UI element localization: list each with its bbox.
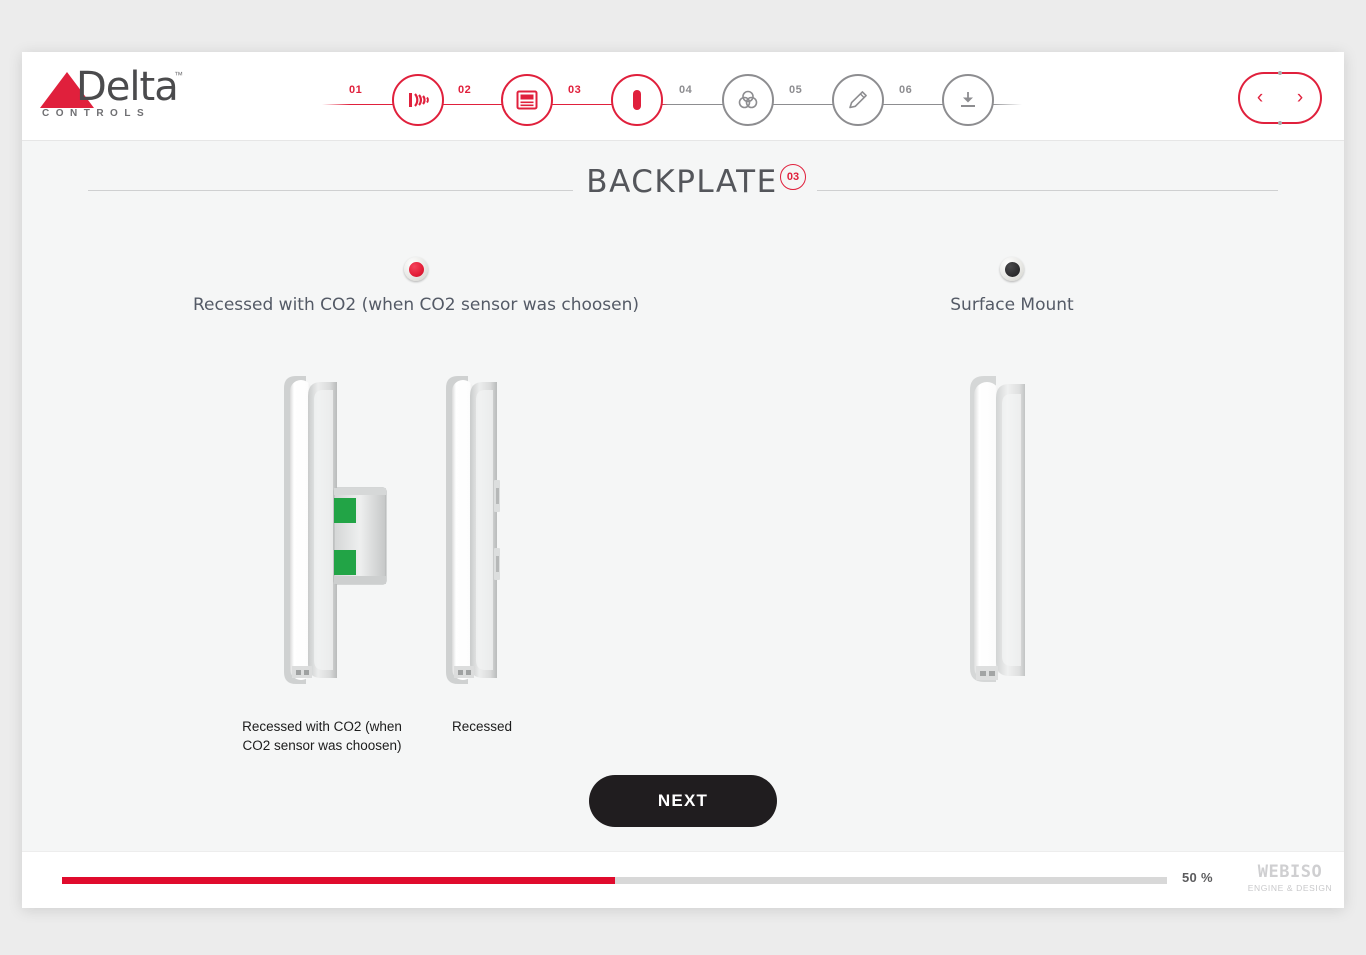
progress-percent-label: 50 % (1182, 870, 1213, 885)
option-recessed-with-co2[interactable]: Recessed with CO2 (when CO2 sensor was c… (86, 257, 746, 315)
radio-inner-selected (408, 261, 424, 277)
prev-next-control: ‹ › (1238, 71, 1322, 125)
brand-tagline: CONTROLS (42, 108, 151, 119)
step-number-02: 02 (453, 84, 477, 96)
trademark-symbol: ™ (174, 70, 183, 80)
page-step-badge: 03 (780, 164, 806, 190)
figure-surface-mount (970, 376, 1025, 682)
app-footer: 50 % WEBISO ENGINE & DESIGN (22, 851, 1344, 908)
option-label-recessed-with-co2: Recessed with CO2 (when CO2 sensor was c… (192, 295, 639, 315)
progress-bar-fill (62, 877, 615, 884)
step-number-03: 03 (563, 84, 587, 96)
radio-recessed-with-co2[interactable] (404, 257, 428, 281)
title-rule-right (817, 190, 1278, 191)
figure-recessed-with-co2 (284, 376, 387, 684)
next-arrow-button[interactable]: › (1280, 72, 1322, 124)
radio-inner-unselected (1004, 261, 1020, 277)
step-number-04: 04 (674, 84, 698, 96)
backplate-icon (628, 87, 646, 113)
webiso-watermark: WEBISO ENGINE & DESIGN (1244, 862, 1336, 893)
step-item-04[interactable] (722, 74, 774, 126)
figure-recessed (446, 376, 500, 684)
webiso-tagline: ENGINE & DESIGN (1247, 883, 1333, 893)
page-title-row: BACKPLATE 03 (22, 156, 1344, 216)
delta-controls-logo: Delta ™ CONTROLS (40, 64, 190, 128)
step-number-05: 05 (784, 84, 808, 96)
navpill-gap-dot-bottom (1278, 121, 1282, 125)
step-item-06[interactable] (942, 74, 994, 126)
option-surface-mount[interactable]: Surface Mount (812, 257, 1212, 315)
brand-name: Delta (76, 64, 179, 110)
step-item-02[interactable] (501, 74, 553, 126)
page-title: BACKPLATE (586, 164, 778, 200)
figure-caption-recessed: Recessed (451, 719, 513, 734)
color-venn-icon (736, 88, 760, 112)
radio-surface-mount[interactable] (1000, 257, 1024, 281)
display-keypad-icon (515, 88, 539, 112)
option-label-surface-mount: Surface Mount (950, 295, 1074, 315)
step-number-06: 06 (894, 84, 918, 96)
configurator-card: Delta ™ CONTROLS 01 02 03 04 05 06 ‹ › B… (22, 52, 1344, 908)
title-rule-left (88, 190, 573, 191)
app-header: Delta ™ CONTROLS 01 02 03 04 05 06 ‹ › (22, 52, 1344, 141)
next-button[interactable]: NEXT (589, 775, 777, 827)
prev-button[interactable]: ‹ (1238, 72, 1280, 124)
step-navigation: 01 02 03 04 05 06 (322, 74, 1022, 136)
step-item-03[interactable] (611, 74, 663, 126)
progress-bar-track (62, 877, 1167, 884)
webiso-wordmark: WEBISO (1257, 862, 1323, 882)
step-number-01: 01 (344, 84, 368, 96)
download-icon (956, 88, 980, 112)
figure-caption-recessed-with-co2: Recessed with CO2 (when CO2 sensor was c… (242, 719, 402, 753)
motion-sensor-icon (405, 88, 431, 112)
step-item-01[interactable] (392, 74, 444, 126)
navpill-gap-dot-top (1278, 71, 1282, 75)
step-item-05[interactable] (832, 74, 884, 126)
pencil-icon (846, 88, 870, 112)
